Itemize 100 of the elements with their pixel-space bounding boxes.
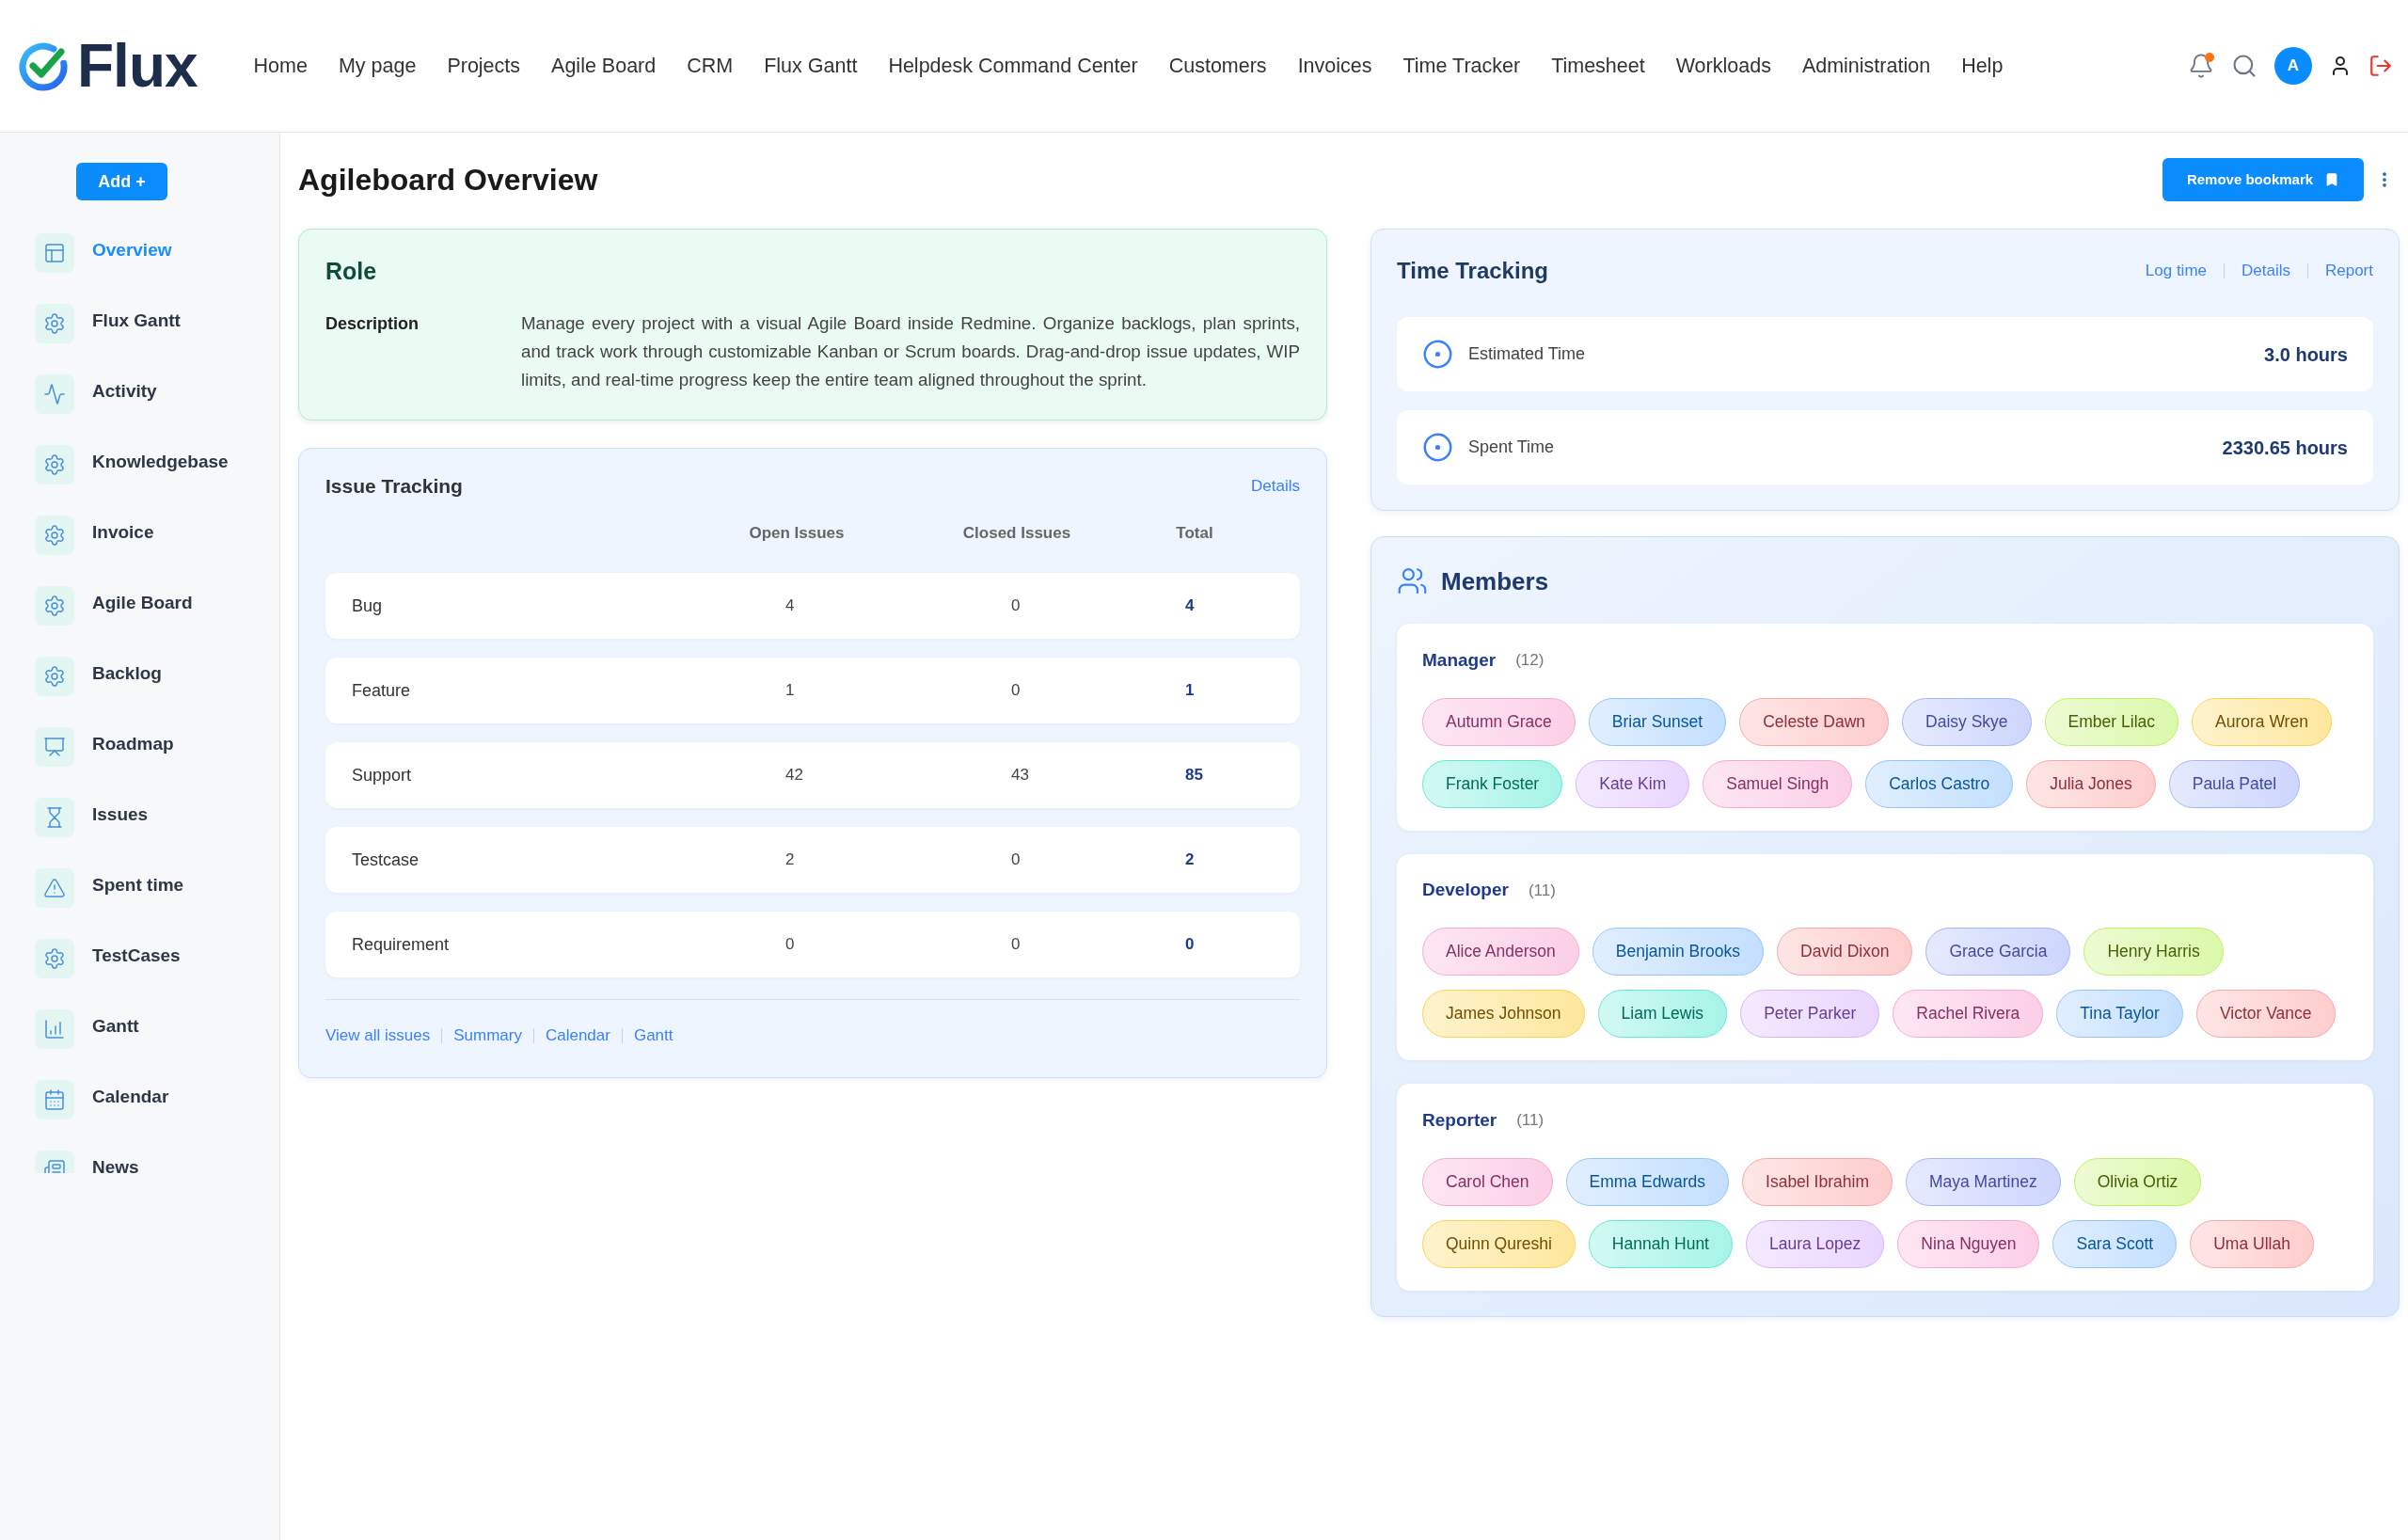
- member-tag[interactable]: Laura Lopez: [1746, 1219, 1885, 1268]
- table-cell-text: Bug: [352, 595, 383, 617]
- member-tag[interactable]: Ember Lilac: [2044, 697, 2178, 746]
- sidebar-item[interactable]: Issues: [35, 798, 149, 837]
- member-tag[interactable]: Emma Edwards: [1565, 1157, 1730, 1206]
- search-icon[interactable]: [2231, 53, 2258, 79]
- member-tag[interactable]: Daisy Skye: [1902, 697, 2032, 746]
- nav-link[interactable]: Agile Board: [551, 50, 657, 82]
- card-link[interactable]: Report: [2324, 259, 2373, 283]
- time-value: 3.0 hours: [2264, 342, 2348, 367]
- member-tag[interactable]: Sara Scott: [2052, 1219, 2178, 1268]
- gear-icon: [35, 516, 74, 555]
- nav-link[interactable]: Administration: [1801, 50, 1931, 82]
- nav-link[interactable]: Workloads: [1675, 50, 1771, 82]
- table-cell-text: 0: [1011, 934, 1021, 956]
- card-link[interactable]: Log time: [2145, 259, 2207, 283]
- sidebar-item[interactable]: Spent time: [35, 868, 184, 908]
- nav-link[interactable]: My page: [338, 50, 417, 82]
- window-icon: [35, 233, 74, 273]
- member-tag[interactable]: Autumn Grace: [1422, 697, 1576, 746]
- member-tag[interactable]: Liam Lewis: [1597, 990, 1728, 1038]
- member-tag[interactable]: Kate Kim: [1576, 759, 1690, 808]
- member-tag[interactable]: Hannah Hunt: [1588, 1219, 1733, 1268]
- member-tag[interactable]: Rachel Rivera: [1893, 990, 2044, 1038]
- table-cell-text: 0: [1185, 934, 1195, 956]
- details-link[interactable]: Details: [1251, 474, 1300, 499]
- member-tag[interactable]: Celeste Dawn: [1739, 697, 1890, 746]
- member-tag[interactable]: Julia Jones: [2026, 759, 2156, 808]
- sidebar-item[interactable]: Activity: [35, 374, 157, 414]
- member-tag[interactable]: Uma Ullah: [2190, 1219, 2314, 1268]
- member-count: (11): [1516, 1110, 1545, 1131]
- pulse-icon: [35, 374, 74, 414]
- member-tag[interactable]: Samuel Singh: [1703, 759, 1853, 808]
- table-cell-text: 42: [785, 765, 803, 786]
- logo-icon: [19, 40, 68, 91]
- member-tag[interactable]: Frank Foster: [1422, 759, 1563, 808]
- table-cell-text: Feature: [352, 679, 411, 702]
- logo-text: Flux: [77, 33, 198, 99]
- member-tag[interactable]: Benjamin Brooks: [1592, 928, 1765, 976]
- card-title: Members: [1441, 565, 1549, 596]
- gear-icon: [35, 445, 74, 484]
- member-tag[interactable]: Henry Harris: [2083, 928, 2224, 976]
- footer-link[interactable]: Calendar: [545, 1024, 610, 1048]
- sidebar-item[interactable]: Roadmap: [35, 727, 174, 767]
- member-tag[interactable]: David Dixon: [1777, 928, 1913, 976]
- nav-link[interactable]: Home: [253, 50, 308, 82]
- table-cell-text: 0: [1011, 595, 1021, 617]
- sidebar-item[interactable]: Backlog: [35, 657, 162, 696]
- member-tag[interactable]: James Johnson: [1422, 990, 1585, 1038]
- member-tag[interactable]: Carol Chen: [1422, 1157, 1553, 1206]
- card-title: Time Tracking: [1397, 257, 1548, 285]
- member-tag[interactable]: Nina Nguyen: [1897, 1219, 2040, 1268]
- sidebar-item[interactable]: Invoice: [35, 516, 154, 555]
- remove-bookmark-button[interactable]: Remove bookmark: [2162, 158, 2364, 201]
- table-cell-text: 43: [1011, 765, 1029, 786]
- member-tag[interactable]: Quinn Qureshi: [1422, 1219, 1576, 1268]
- member-tag[interactable]: Isabel Ibrahim: [1742, 1157, 1893, 1206]
- bell-icon[interactable]: [2188, 53, 2214, 79]
- sidebar-item[interactable]: Agile Board: [35, 586, 193, 626]
- sidebar-item[interactable]: TestCases: [35, 939, 181, 978]
- nav-link[interactable]: Flux Gantt: [764, 50, 858, 82]
- nav-link[interactable]: Helpdesk Command Center: [888, 50, 1138, 82]
- footer-link[interactable]: Gantt: [633, 1024, 673, 1048]
- member-tag[interactable]: Carlos Castro: [1865, 759, 2014, 808]
- member-tag[interactable]: Tina Taylor: [2056, 990, 2183, 1038]
- nav-link[interactable]: Help: [1961, 50, 2004, 82]
- nav-link[interactable]: Invoices: [1297, 50, 1372, 82]
- gear-icon: [35, 657, 74, 696]
- member-tag[interactable]: Briar Sunset: [1588, 697, 1727, 746]
- member-tag[interactable]: Paula Patel: [2168, 759, 2301, 808]
- logout-icon[interactable]: [2368, 54, 2393, 78]
- member-tag[interactable]: Alice Anderson: [1422, 928, 1579, 976]
- add-button[interactable]: Add +: [76, 163, 167, 200]
- member-tag[interactable]: Peter Parker: [1740, 990, 1880, 1038]
- footer-link[interactable]: Summary: [453, 1024, 522, 1048]
- member-tag[interactable]: Maya Martinez: [1905, 1157, 2061, 1206]
- member-tag[interactable]: Grace Garcia: [1925, 928, 2071, 976]
- calendar-icon: [35, 1080, 74, 1119]
- card-title: Role: [325, 257, 378, 285]
- member-tag[interactable]: Victor Vance: [2195, 990, 2336, 1038]
- nav-link[interactable]: Projects: [447, 50, 521, 82]
- sidebar-item[interactable]: News: [35, 1151, 139, 1173]
- sidebar-item[interactable]: Knowledgebase: [35, 445, 229, 484]
- member-tag[interactable]: Aurora Wren: [2192, 697, 2332, 746]
- table-cell-text: 4: [785, 595, 795, 617]
- member-tag[interactable]: Olivia Ortiz: [2073, 1157, 2202, 1206]
- footer-link[interactable]: View all issues: [325, 1024, 431, 1048]
- page-title: Agileboard Overview: [298, 162, 598, 198]
- table-cell-text: Testcase: [352, 849, 420, 871]
- table-cell-text: Requirement: [352, 933, 450, 956]
- nav-link[interactable]: Customers: [1168, 50, 1267, 82]
- avatar[interactable]: A: [2274, 47, 2312, 85]
- sidebar-item[interactable]: Flux Gantt: [35, 304, 181, 343]
- card-link[interactable]: Details: [2242, 259, 2290, 283]
- nav-link[interactable]: CRM: [687, 50, 734, 82]
- sidebar-item[interactable]: Calendar: [35, 1080, 169, 1119]
- nav-link[interactable]: Timesheet: [1551, 50, 1645, 82]
- role-name: Manager: [1422, 648, 1497, 672]
- sidebar-item[interactable]: Gantt: [35, 1009, 139, 1049]
- nav-link[interactable]: Time Tracker: [1402, 50, 1521, 82]
